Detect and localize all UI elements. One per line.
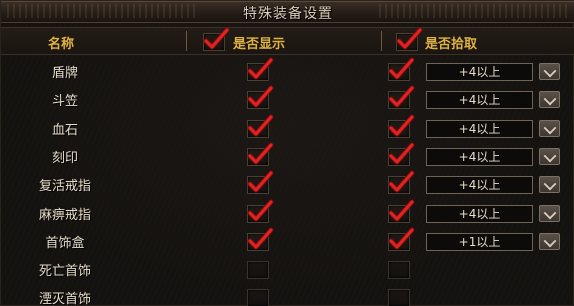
show-checkbox[interactable] [247,227,274,251]
checkmark-icon [247,170,274,193]
dropdown-arrow-button[interactable] [539,120,560,137]
pick-checkbox[interactable] [388,289,410,306]
min-level-select[interactable]: +4以上 [426,205,533,223]
pick-checkbox[interactable] [388,227,415,251]
equipment-name: 盾牌 [51,66,78,81]
pick-checkbox[interactable] [388,114,415,138]
show-checkbox[interactable] [247,170,274,194]
pick-checkbox[interactable] [388,57,415,81]
checkmark-icon [247,227,274,250]
dropdown-arrow-button[interactable] [539,91,560,108]
show-checkbox[interactable] [247,289,269,306]
min-level-select[interactable]: +4以上 [426,148,533,166]
show-checkbox[interactable] [247,142,274,166]
header-show-label: 是否显示 [233,37,286,52]
header-divider [186,31,187,51]
show-checkbox[interactable] [247,261,269,279]
checkmark-icon [388,170,415,193]
checkmark-icon [247,85,274,108]
checkmark-icon [388,114,415,137]
checkmark-icon [247,114,274,137]
dropdown-arrow-button[interactable] [539,63,560,80]
equipment-name: 血石 [51,123,78,138]
pick-all-checkbox[interactable] [396,27,423,51]
checkmark-icon [388,199,415,222]
min-level-select[interactable]: +1以上 [426,233,533,251]
min-level-select[interactable]: +4以上 [426,63,533,81]
dropdown-arrow-button[interactable] [539,148,560,165]
title-bar: 特殊装备设置 [1,1,574,23]
dropdown-arrow-button[interactable] [539,176,560,193]
min-level-select[interactable]: +4以上 [426,91,533,109]
show-checkbox[interactable] [247,85,274,109]
window-title: 特殊装备设置 [243,6,333,22]
special-equipment-settings-panel: 特殊装备设置 名称 是否显示 是否拾取 盾牌 +4以上 斗笠 +4以上 血石 +4以上 刻印… [0,0,574,306]
show-checkbox[interactable] [247,114,274,138]
checkmark-icon [247,199,274,222]
header-name-label: 名称 [47,37,74,52]
dropdown-arrow-button[interactable] [539,205,560,222]
checkmark-icon [396,27,423,50]
show-checkbox[interactable] [247,199,274,223]
checkmark-icon [247,57,274,80]
equipment-name: 刻印 [51,151,78,166]
checkmark-icon [388,57,415,80]
checkmark-icon [388,142,415,165]
dropdown-arrow-button[interactable] [539,233,560,250]
header-divider [381,31,382,51]
show-checkbox[interactable] [247,57,274,81]
show-all-checkbox[interactable] [203,27,230,51]
equipment-name: 斗笠 [51,94,78,109]
pick-checkbox[interactable] [388,142,415,166]
header-pick-label: 是否拾取 [425,37,478,52]
checkmark-icon [388,227,415,250]
pick-checkbox[interactable] [388,85,415,109]
min-level-select[interactable]: +4以上 [426,120,533,138]
pick-checkbox[interactable] [388,199,415,223]
checkmark-icon [203,27,230,50]
pick-checkbox[interactable] [388,170,415,194]
equipment-name: 死亡首饰 [38,264,91,279]
checkmark-icon [388,85,415,108]
equipment-name: 复活戒指 [38,179,91,194]
pick-checkbox[interactable] [388,261,410,279]
min-level-select[interactable]: +4以上 [426,176,533,194]
equipment-name: 麻痹戒指 [38,208,91,223]
equipment-name: 首饰盒 [45,236,85,251]
checkmark-icon [247,142,274,165]
equipment-name: 湮灭首饰 [38,292,91,306]
